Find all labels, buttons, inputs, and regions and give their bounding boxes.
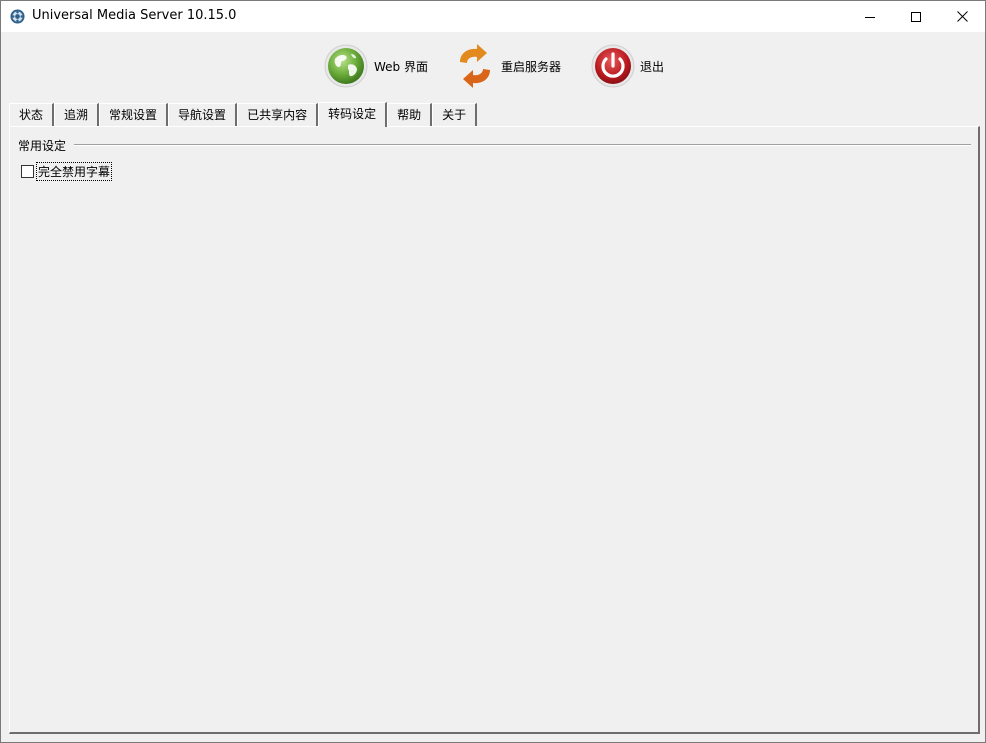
close-button[interactable] [939, 1, 985, 32]
main-window: Universal Media Server 10.15.0 Web 界面 重启… [0, 0, 986, 743]
app-icon [10, 9, 25, 24]
tab-shared-content[interactable]: 已共享内容 [237, 103, 319, 126]
tab-general-settings[interactable]: 常规设置 [99, 103, 169, 126]
group-title-common-settings: 常用设定 [18, 137, 73, 154]
disable-subtitles-option[interactable]: 完全禁用字幕 [21, 162, 113, 181]
transcoding-settings-panel: 常用设定 完全禁用字幕 [9, 126, 980, 734]
maximize-icon [911, 11, 921, 22]
web-interface-button[interactable]: Web 界面 [323, 42, 428, 90]
quit-label: 退出 [640, 59, 665, 74]
title-bar[interactable]: Universal Media Server 10.15.0 [1, 1, 985, 32]
minimize-icon [865, 16, 875, 18]
minimize-button[interactable] [847, 1, 893, 32]
web-interface-label: Web 界面 [374, 59, 428, 74]
close-icon [956, 11, 968, 22]
maximize-button[interactable] [893, 1, 939, 32]
globe-icon [324, 44, 368, 88]
toolbar: Web 界面 重启服务器 退出 [1, 32, 985, 99]
disable-subtitles-checkbox[interactable] [21, 165, 34, 178]
tab-traces[interactable]: 追溯 [54, 103, 100, 126]
tab-navigation-settings[interactable]: 导航设置 [168, 103, 238, 126]
disable-subtitles-label[interactable]: 完全禁用字幕 [35, 162, 113, 181]
tab-about[interactable]: 关于 [432, 103, 478, 126]
group-divider [74, 144, 971, 146]
tab-transcoding-settings[interactable]: 转码设定 [318, 102, 388, 127]
tab-status[interactable]: 状态 [9, 103, 55, 126]
restart-server-label: 重启服务器 [501, 59, 562, 74]
quit-button[interactable]: 退出 [591, 42, 664, 90]
power-icon [591, 44, 635, 88]
restart-arrows-icon [460, 44, 490, 88]
tab-help[interactable]: 帮助 [387, 103, 433, 126]
window-title: Universal Media Server 10.15.0 [32, 8, 237, 23]
restart-server-button[interactable]: 重启服务器 [454, 42, 561, 90]
tab-strip: 状态 追溯 常规设置 导航设置 已共享内容 转码设定 帮助 关于 [9, 102, 478, 127]
